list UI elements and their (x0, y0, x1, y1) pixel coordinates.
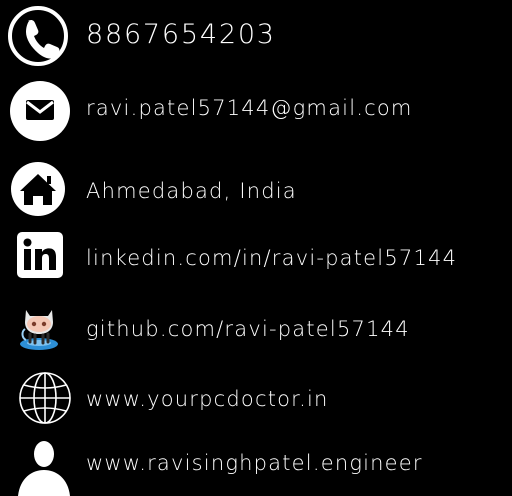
phone-icon (8, 6, 68, 66)
home-icon (11, 162, 65, 216)
contact-row-email: ravi.patel57144@gmail.com (0, 79, 512, 141)
contact-row-location: Ahmedabad, India (0, 161, 512, 221)
phone-number[interactable]: 8867654203 (86, 19, 276, 50)
website-link[interactable]: www.yourpcdoctor.in (86, 387, 329, 411)
contact-row-linkedin: linkedin.com/in/ravi-patel57144 (0, 229, 512, 289)
github-link[interactable]: github.com/ravi-patel57144 (86, 317, 410, 341)
contact-row-github: github.com/ravi-patel57144 (0, 300, 512, 360)
envelope-icon (10, 81, 70, 141)
person-icon (18, 441, 70, 496)
linkedin-link[interactable]: linkedin.com/in/ravi-patel57144 (86, 246, 457, 270)
contact-row-portfolio: www.ravisinghpatel.engineer (0, 430, 512, 496)
email-address[interactable]: ravi.patel57144@gmail.com (86, 96, 413, 120)
contact-row-phone: 8867654203 (0, 4, 512, 66)
octocat-icon (20, 310, 58, 350)
globe-icon (19, 372, 71, 424)
location-text: Ahmedabad, India (86, 179, 297, 203)
contact-row-website: www.yourpcdoctor.in (0, 370, 512, 430)
linkedin-icon (17, 232, 63, 278)
portfolio-link[interactable]: www.ravisinghpatel.engineer (86, 451, 423, 475)
